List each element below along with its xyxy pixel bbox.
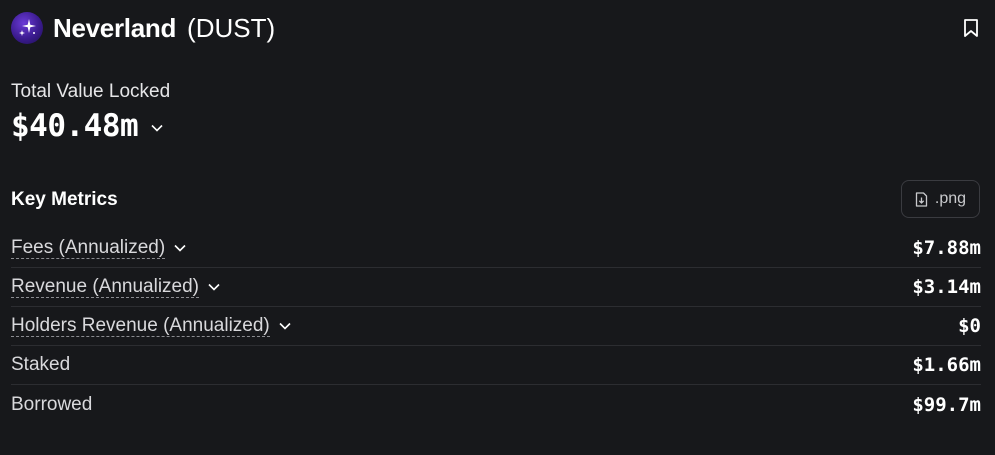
metric-row-holders-revenue[interactable]: Holders Revenue (Annualized) $0 — [11, 307, 981, 346]
chevron-down-icon[interactable] — [174, 244, 186, 252]
neverland-logo-icon — [11, 12, 43, 44]
chevron-down-icon[interactable] — [151, 124, 163, 132]
metric-value: $3.14m — [912, 276, 981, 298]
bookmark-icon[interactable] — [961, 17, 981, 39]
metric-label: Staked — [11, 354, 71, 375]
tvl-toggle[interactable]: $40.48m — [11, 106, 163, 146]
file-download-icon — [915, 191, 928, 207]
export-png-button[interactable]: .png — [901, 180, 980, 218]
chevron-down-icon[interactable] — [279, 322, 291, 330]
tvl-value: $40.48m — [11, 108, 139, 144]
metric-label[interactable]: Revenue (Annualized) — [11, 276, 200, 298]
metric-label[interactable]: Holders Revenue (Annualized) — [11, 315, 270, 337]
metric-label[interactable]: Fees (Annualized) — [11, 237, 166, 259]
protocol-header: Neverland (DUST) — [11, 11, 981, 45]
chevron-down-icon[interactable] — [208, 283, 220, 291]
metric-value: $7.88m — [912, 237, 981, 259]
metric-row-borrowed: Borrowed $99.7m — [11, 385, 981, 424]
key-metrics-title: Key Metrics — [11, 189, 118, 210]
metrics-list: Fees (Annualized) $7.88m Revenue (Annual… — [11, 229, 981, 424]
metric-value: $99.7m — [912, 393, 981, 416]
export-png-label: .png — [934, 190, 967, 207]
metric-row-revenue[interactable]: Revenue (Annualized) $3.14m — [11, 268, 981, 307]
metric-value: $0 — [958, 315, 981, 337]
protocol-ticker: (DUST) — [187, 12, 276, 43]
metric-value: $1.66m — [912, 354, 981, 376]
metric-label: Borrowed — [11, 393, 93, 415]
metric-row-staked: Staked $1.66m — [11, 346, 981, 385]
protocol-name: Neverland — [53, 12, 177, 43]
metric-row-fees[interactable]: Fees (Annualized) $7.88m — [11, 229, 981, 268]
protocol-panel: Neverland (DUST) Total Value Locked $40.… — [0, 0, 995, 455]
tvl-label: Total Value Locked — [11, 81, 171, 102]
